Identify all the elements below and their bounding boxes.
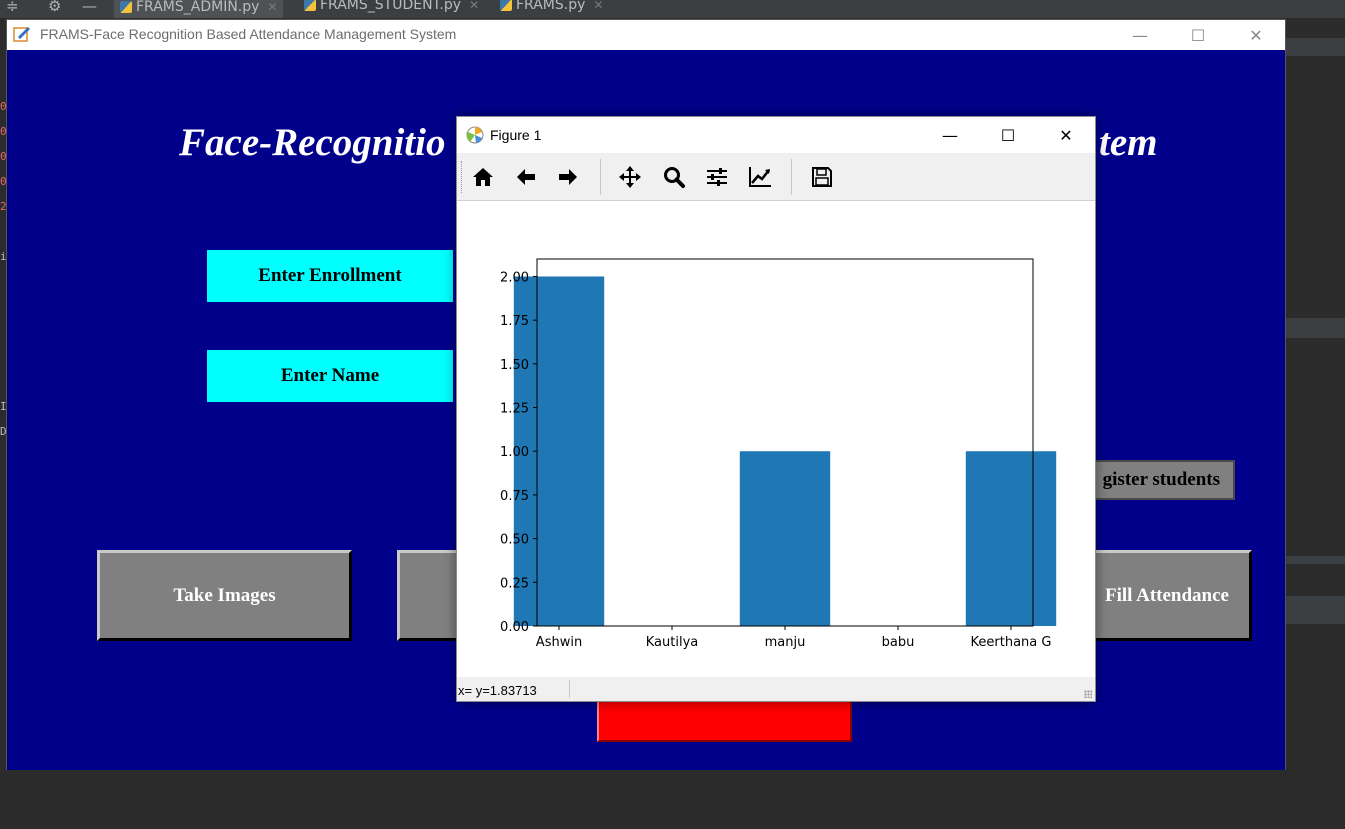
bar-2	[739, 451, 831, 626]
x-tick-label-1: Kautilya	[646, 635, 698, 650]
figure-close-icon[interactable]: ✕	[1037, 120, 1095, 150]
save-icon[interactable]	[806, 162, 838, 192]
figure-minimize-icon[interactable]: —	[921, 120, 979, 150]
minimize-icon[interactable]: —	[1111, 20, 1169, 50]
figure-title-bar: Figure 1 — ☐ ✕	[457, 117, 1095, 153]
figure-maximize-icon[interactable]: ☐	[979, 120, 1037, 150]
collapse-icon[interactable]: ≑	[6, 0, 19, 15]
ide-tab-frams-admin[interactable]: FRAMS_ADMIN.py ✕	[114, 0, 284, 18]
y-tick-label-6: 1.50	[500, 358, 529, 373]
figure-status-bar: x= y=1.83713	[457, 677, 1095, 701]
python-file-icon	[120, 1, 132, 13]
toolbar-grip[interactable]	[461, 161, 464, 193]
ide-tab-frams-student[interactable]: FRAMS_STUDENT.py ✕	[304, 0, 479, 14]
x-tick-label-0: Ashwin	[536, 635, 582, 650]
back-icon[interactable]	[510, 162, 542, 192]
main-heading-right: tem	[1099, 121, 1158, 164]
close-tab-icon[interactable]: ✕	[593, 0, 603, 12]
quit-button[interactable]	[597, 700, 852, 742]
x-tick-label-4: Keerthana G	[971, 635, 1052, 650]
ide-tab-label: FRAMS_STUDENT.py	[320, 0, 462, 13]
pan-icon[interactable]	[614, 162, 646, 192]
python-file-icon	[500, 0, 512, 11]
close-tab-icon[interactable]: ✕	[469, 0, 479, 12]
y-tick-label-0: 0.00	[500, 620, 529, 635]
x-tick-label-2: manju	[765, 635, 806, 650]
figure-title: Figure 1	[490, 127, 542, 143]
plot-canvas[interactable]: Ashwin Kautilya manju babu Keerthana G 0.00 0.…	[457, 201, 1095, 677]
close-window-icon[interactable]: ✕	[1227, 20, 1285, 50]
ide-tab-label: FRAMS_ADMIN.py	[136, 0, 260, 15]
hide-panel-icon[interactable]: —	[82, 0, 97, 15]
python-file-icon	[304, 0, 316, 11]
window-title: FRAMS-Face Recognition Based Attendance …	[40, 26, 457, 42]
enter-enrollment-label: Enter Enrollment	[207, 250, 453, 302]
toolbar-separator	[600, 159, 601, 195]
settings-gear-icon[interactable]: ⚙	[48, 0, 61, 15]
close-tab-icon[interactable]: ✕	[267, 0, 277, 14]
configure-subplots-icon[interactable]	[701, 162, 733, 192]
bar-4	[965, 451, 1057, 626]
ide-tab-frams[interactable]: FRAMS.py ✕	[500, 0, 603, 14]
maximize-icon[interactable]: ☐	[1169, 20, 1227, 50]
enter-name-label: Enter Name	[207, 350, 453, 402]
resize-grip-icon[interactable]	[1084, 690, 1092, 698]
y-tick-label-2: 0.50	[500, 533, 529, 548]
zoom-icon[interactable]	[658, 162, 690, 192]
y-tick-label-8: 2.00	[500, 270, 529, 285]
ide-right-panel	[1286, 18, 1345, 829]
bar-chart: Ashwin Kautilya manju babu Keerthana G 0.00 0.…	[500, 258, 1057, 650]
figure-window: Figure 1 — ☐ ✕ Ashwin Kautilya manju bab…	[456, 116, 1096, 702]
matplotlib-icon	[466, 126, 484, 144]
y-tick-label-4: 1.00	[500, 445, 529, 460]
ide-tab-bar: ≑ ⚙ — FRAMS_ADMIN.py ✕ FRAMS_STUDENT.py …	[0, 0, 1345, 19]
x-tick-label-3: babu	[882, 635, 915, 650]
cursor-coordinates: x= y=1.83713	[458, 683, 537, 698]
y-tick-label-5: 1.25	[500, 402, 529, 417]
app-feather-icon	[13, 27, 30, 42]
y-tick-label-1: 0.25	[500, 576, 529, 591]
main-heading-left: Face-Recognitio	[179, 121, 446, 164]
home-icon[interactable]	[467, 162, 499, 192]
frams-title-bar: FRAMS-Face Recognition Based Attendance …	[7, 20, 1285, 50]
edit-axis-icon[interactable]	[744, 162, 776, 192]
register-students-button[interactable]: gister students	[1085, 460, 1235, 500]
toolbar-separator	[791, 159, 792, 195]
figure-toolbar	[457, 153, 1095, 201]
y-tick-label-7: 1.75	[500, 314, 529, 329]
y-tick-label-3: 0.75	[500, 489, 529, 504]
ide-tab-label: FRAMS.py	[516, 0, 586, 13]
take-images-button[interactable]: Take Images	[97, 550, 352, 641]
forward-icon[interactable]	[552, 162, 584, 192]
